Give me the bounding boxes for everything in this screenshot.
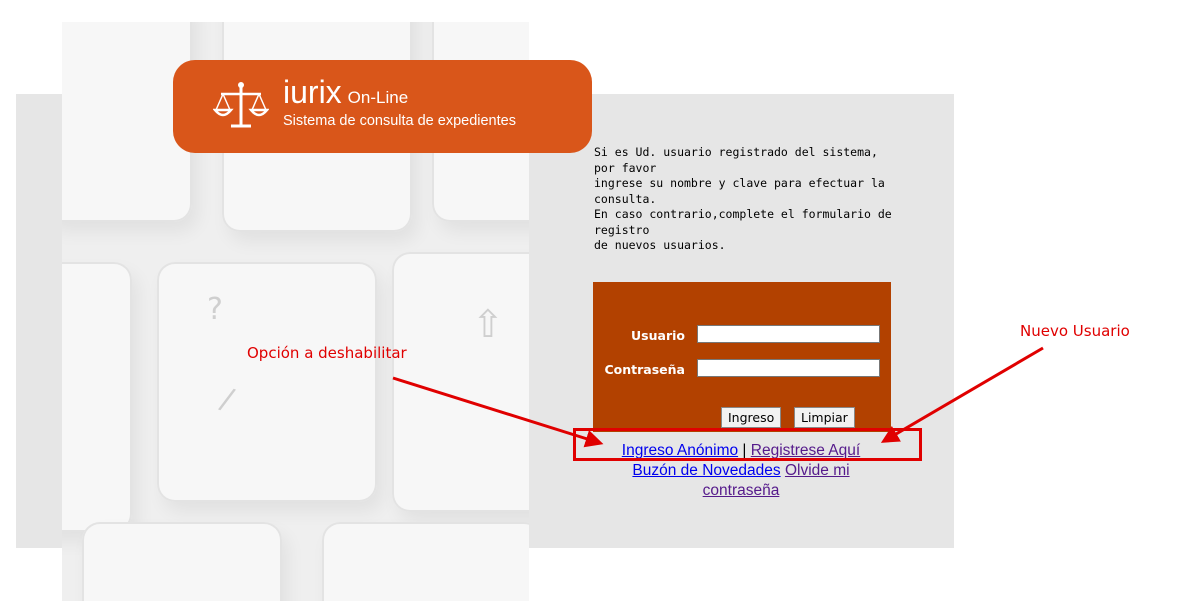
highlight-rectangle (573, 428, 922, 461)
news-mailbox-link[interactable]: Buzón de Novedades (632, 462, 780, 479)
app-name: iurix On-Line (283, 74, 408, 116)
new-user-annotation: Nuevo Usuario (1020, 322, 1130, 340)
intro-line: de nuevos usuarios. (594, 238, 726, 252)
question-mark-glyph-icon: ? (207, 292, 223, 327)
intro-line: por favor (594, 160, 657, 175)
intro-line: registro (594, 222, 650, 237)
keyboard-key (392, 252, 529, 512)
home-arrow-glyph-icon: ⇧ (472, 302, 504, 346)
clear-button[interactable]: Limpiar (794, 407, 855, 428)
intro-line: Si es Ud. usuario registrado del sistema… (594, 145, 878, 159)
login-form: Usuario Contraseña Ingreso Limpiar (593, 282, 891, 432)
app-brand: iurix (283, 74, 342, 110)
app-subtitle: Sistema de consulta de expedientes (283, 113, 516, 129)
password-label: Contraseña (604, 362, 686, 377)
username-label: Usuario (631, 328, 685, 343)
intro-line: consulta. (594, 191, 657, 206)
intro-line: ingrese su nombre y clave para efectuar … (594, 176, 885, 190)
login-submit-button[interactable]: Ingreso (721, 407, 782, 428)
disable-option-annotation: Opción a deshabilitar (247, 344, 407, 362)
app-logo-banner: iurix On-Line Sistema de consulta de expe… (173, 60, 592, 153)
keyboard-key (157, 262, 377, 502)
password-input[interactable] (697, 359, 880, 377)
username-input[interactable] (697, 325, 880, 343)
keyboard-key (62, 262, 132, 532)
intro-text: Si es Ud. usuario registrado del sistema… (594, 145, 894, 254)
keyboard-key (82, 522, 282, 601)
scales-of-justice-icon (213, 82, 269, 128)
keyboard-key (322, 522, 529, 601)
intro-line: En caso contrario,complete el formulario… (594, 207, 892, 221)
app-brand-suffix: On-Line (347, 88, 409, 107)
